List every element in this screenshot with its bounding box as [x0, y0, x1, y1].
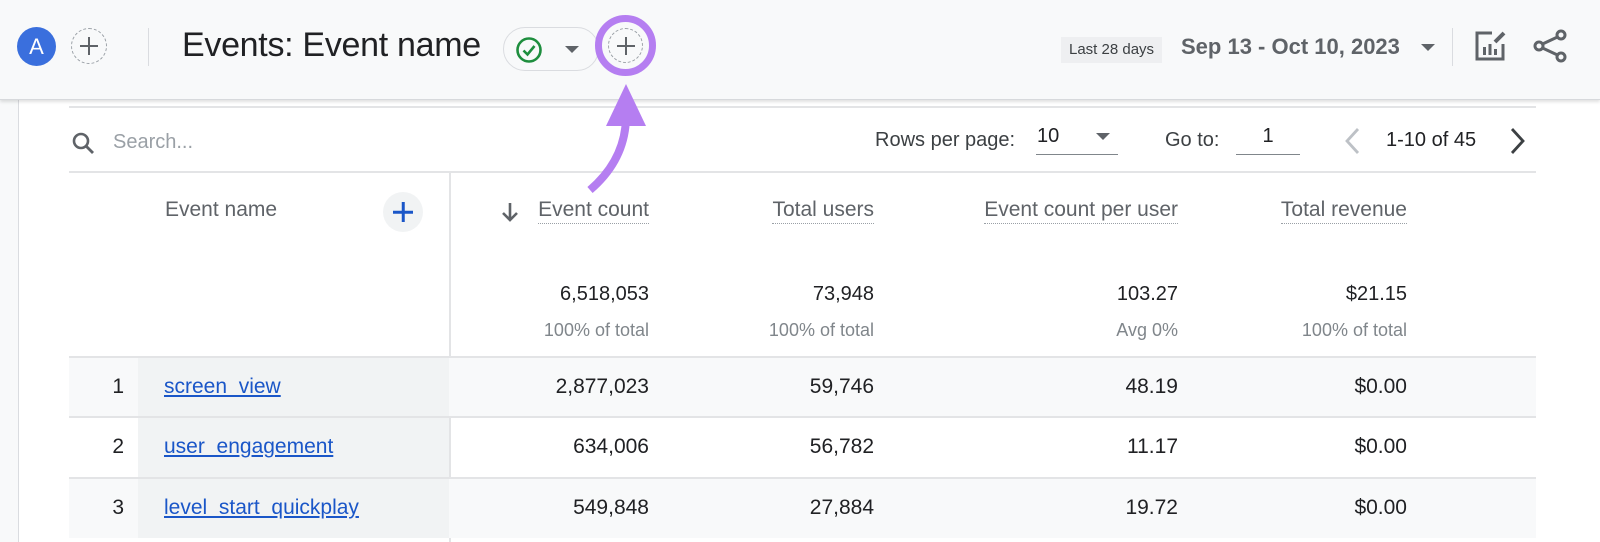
report-header: A Events: Event name Last 28 days Sep 13… — [0, 0, 1600, 100]
total-revenue-cell: $0.00 — [1354, 375, 1407, 398]
row-index: 3 — [112, 496, 124, 519]
row-index: 1 — [112, 375, 124, 398]
total-event-count-share: 100% of total — [543, 320, 649, 340]
total-revenue-share: 100% of total — [1301, 320, 1407, 340]
left-rail — [0, 99, 19, 542]
column-header-total-revenue[interactable]: Total revenue — [1280, 198, 1407, 224]
search-icon — [72, 132, 94, 154]
total-users-share: 100% of total — [768, 320, 874, 340]
goto-label: Go to: — [1165, 129, 1220, 151]
event-count-cell: 549,848 — [573, 496, 649, 519]
toolbar-bottom-border — [69, 171, 1536, 173]
table-row: 2 user_engagement 634,006 56,782 11.17 $… — [69, 416, 1536, 477]
chevron-down-icon — [1096, 133, 1110, 140]
column-header-event-count-per-user[interactable]: Event count per user — [984, 198, 1178, 224]
date-preset-chip[interactable]: Last 28 days — [1061, 37, 1163, 63]
event-name-link[interactable]: user_engagement — [164, 435, 333, 459]
rows-per-page-label: Rows per page: — [875, 129, 1016, 151]
total-revenue: $21.15 — [1345, 283, 1407, 305]
event-count-per-user-cell: 11.17 — [1127, 435, 1178, 458]
dimension-header[interactable]: Event name — [165, 198, 277, 222]
pagination-range: 1-10 of 45 — [1386, 129, 1477, 151]
event-count-cell: 2,877,023 — [555, 375, 649, 398]
next-page-icon[interactable] — [1506, 126, 1530, 156]
event-name-link[interactable]: level_start_quickplay — [164, 496, 359, 520]
chevron-down-icon — [565, 46, 579, 53]
event-count-per-user-cell: 19.72 — [1125, 496, 1178, 519]
header-divider — [148, 28, 149, 66]
comparison-avatar[interactable]: A — [17, 27, 56, 66]
event-count-cell: 634,006 — [573, 435, 649, 458]
add-comparison-button[interactable] — [71, 28, 107, 64]
total-users: 73,948 — [812, 283, 874, 305]
event-count-per-user-cell: 48.19 — [1125, 375, 1178, 398]
event-name-link[interactable]: screen_view — [164, 375, 281, 399]
rows-per-page-select[interactable]: 10 — [1036, 124, 1118, 155]
column-header-total-users[interactable]: Total users — [772, 198, 874, 224]
report-status-dropdown[interactable] — [503, 27, 599, 71]
total-users-cell: 27,884 — [809, 496, 874, 519]
total-event-count-per-user: 103.27 — [1116, 283, 1178, 305]
sort-descending-arrow-icon[interactable] — [500, 200, 520, 224]
total-event-count-per-user-avg: Avg 0% — [1116, 320, 1178, 340]
date-chevron-down-icon[interactable] — [1421, 44, 1435, 51]
date-range-picker[interactable]: Sep 13 - Oct 10, 2023 — [1181, 34, 1400, 60]
total-users-cell: 59,746 — [809, 375, 874, 398]
check-circle-icon — [516, 37, 542, 63]
goto-page-input[interactable]: 1 — [1236, 124, 1300, 155]
rows-per-page-value: 10 — [1037, 125, 1060, 147]
add-filter-button[interactable] — [608, 28, 643, 63]
table-top-border — [69, 106, 1536, 108]
customize-report-icon[interactable] — [1472, 28, 1508, 64]
share-icon[interactable] — [1532, 28, 1568, 64]
table-row: 1 screen_view 2,877,023 59,746 48.19 $0.… — [69, 356, 1536, 417]
previous-page-icon[interactable] — [1340, 126, 1364, 156]
row-index: 2 — [112, 435, 124, 458]
header-divider-right — [1452, 28, 1453, 66]
total-revenue-cell: $0.00 — [1354, 435, 1407, 458]
total-event-count: 6,518,053 — [560, 283, 649, 305]
highlighted-add-filter-ring — [595, 15, 656, 76]
total-users-cell: 56,782 — [809, 435, 874, 458]
add-dimension-button[interactable] — [383, 192, 423, 232]
page-title: Events: Event name — [182, 26, 481, 64]
total-revenue-cell: $0.00 — [1354, 496, 1407, 519]
search-input[interactable] — [111, 127, 515, 157]
table-row: 3 level_start_quickplay 549,848 27,884 1… — [69, 477, 1536, 538]
column-header-event-count[interactable]: Event count — [538, 198, 649, 224]
